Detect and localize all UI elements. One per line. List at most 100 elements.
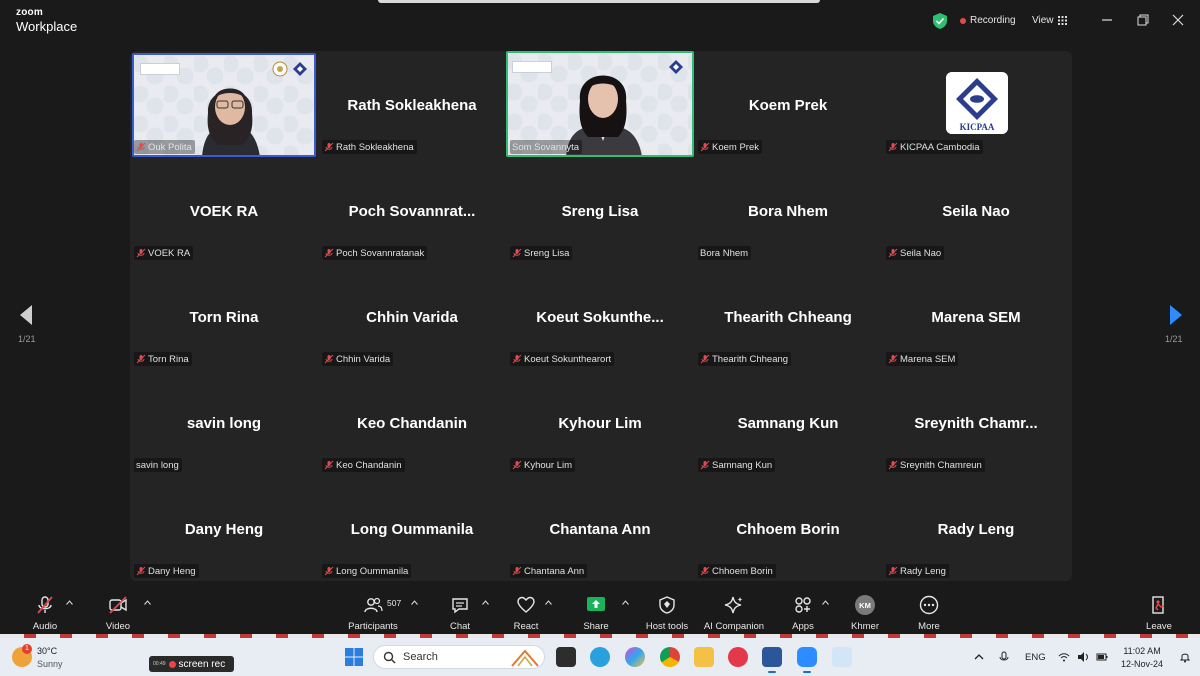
react-options-chevron-icon[interactable] xyxy=(545,600,552,605)
leave-button[interactable]: Leave xyxy=(1129,586,1189,634)
apps-options-chevron-icon[interactable] xyxy=(822,600,829,605)
participant-tile[interactable]: Samnang Kun Samnang Kun xyxy=(694,369,882,475)
participant-name: Seila Nao xyxy=(900,247,942,259)
windows-start-icon[interactable] xyxy=(345,648,363,666)
wifi-icon[interactable] xyxy=(1058,651,1070,663)
participant-display-name: savin long xyxy=(186,415,262,432)
volume-icon[interactable] xyxy=(1077,651,1089,663)
recording-label[interactable]: Recording xyxy=(970,15,1016,26)
battery-icon[interactable] xyxy=(1096,651,1108,663)
kicpaa-small-logo-icon xyxy=(293,62,307,76)
participant-tile[interactable]: Marena SEM Marena SEM xyxy=(882,263,1070,369)
system-clock[interactable]: 11:02 AM 12-Nov-24 xyxy=(1121,645,1163,671)
close-icon[interactable] xyxy=(1170,12,1186,28)
prev-page-arrow-icon[interactable] xyxy=(18,304,34,326)
audio-options-chevron-icon[interactable] xyxy=(66,600,73,605)
participant-tile[interactable]: Chantana Ann Chantana Ann xyxy=(506,475,694,581)
shield-icon xyxy=(659,596,675,614)
screenrec-timer: 00:49 xyxy=(153,661,166,667)
participant-tile[interactable]: Dany Heng Dany Heng xyxy=(130,475,318,581)
participant-tile[interactable]: Chhin Varida Chhin Varida xyxy=(318,263,506,369)
participant-name-label: Poch Sovannratanak xyxy=(322,246,428,260)
participant-tile[interactable]: Poch Sovannrat... Poch Sovannratanak xyxy=(318,157,506,263)
participant-tile[interactable]: Sreng Lisa Sreng Lisa xyxy=(506,157,694,263)
search-icon xyxy=(383,651,396,664)
participant-name: savin long xyxy=(136,459,179,471)
participant-tile[interactable]: Bora Nhem Bora Nhem xyxy=(694,157,882,263)
taskbar-app-zoom-icon[interactable] xyxy=(797,647,817,673)
participant-tile[interactable]: Som Sovannyta xyxy=(506,51,694,157)
input-language[interactable]: ENG xyxy=(1025,652,1046,663)
muted-mic-icon xyxy=(888,248,898,258)
video-options-chevron-icon[interactable] xyxy=(144,600,151,605)
participant-tile[interactable]: Sreynith Chamr... Sreynith Chamreun xyxy=(882,369,1070,475)
security-shield-icon[interactable] xyxy=(933,13,947,29)
more-icon xyxy=(919,595,939,615)
ai-companion-button[interactable]: AI Companion xyxy=(701,586,767,634)
participant-tile[interactable]: KICPAA KICPAA Cambodia xyxy=(882,51,1070,157)
participants-button[interactable]: Participants xyxy=(343,586,403,634)
participant-tile[interactable]: Torn Rina Torn Rina xyxy=(130,263,318,369)
taskbar-app-snipping-tool-icon[interactable] xyxy=(832,647,852,667)
participant-name-label: Kyhour Lim xyxy=(510,458,576,472)
speaker-badge xyxy=(140,63,180,75)
show-hidden-icons-chevron-icon[interactable] xyxy=(973,651,985,663)
taskbar-app-file-explorer-icon[interactable] xyxy=(694,647,714,667)
host-tools-button[interactable]: Host tools xyxy=(637,586,697,634)
language-avatar: KM xyxy=(855,595,875,615)
minimize-icon[interactable] xyxy=(1099,12,1115,28)
participant-tile[interactable]: savin long savin long xyxy=(130,369,318,475)
taskbar-app-recorder-icon[interactable] xyxy=(728,647,748,667)
view-grid-icon[interactable] xyxy=(1058,16,1067,25)
participant-tile[interactable]: Seila Nao Seila Nao xyxy=(882,157,1070,263)
participant-tile[interactable]: Koem Prek Koem Prek xyxy=(694,51,882,157)
microphone-icon[interactable] xyxy=(998,651,1010,663)
participant-display-name: Marena SEM xyxy=(931,309,1021,326)
muted-mic-icon xyxy=(136,566,146,576)
taskbar-app-telegram-icon[interactable] xyxy=(590,647,610,667)
participant-name: Samnang Kun xyxy=(712,459,773,471)
participant-tile[interactable]: Rady Leng Rady Leng xyxy=(882,475,1070,581)
taskbar-search-box[interactable]: Search xyxy=(373,645,545,669)
share-button[interactable]: Share xyxy=(566,586,626,634)
chat-button[interactable]: Chat xyxy=(430,586,490,634)
notification-bell-icon[interactable] xyxy=(1180,651,1190,663)
weather-condition[interactable]: Sunny xyxy=(37,659,63,669)
chat-options-chevron-icon[interactable] xyxy=(482,600,489,605)
view-button[interactable]: View xyxy=(1032,15,1054,26)
participant-tile[interactable]: Thearith Chheang Thearith Chheang xyxy=(694,263,882,369)
weather-temperature[interactable]: 30°C xyxy=(37,646,57,656)
participants-options-chevron-icon[interactable] xyxy=(411,600,418,605)
language-button[interactable]: KM Khmer xyxy=(835,586,895,634)
audio-button[interactable]: Audio xyxy=(15,586,75,634)
participant-name: Sreng Lisa xyxy=(524,247,570,259)
react-button[interactable]: React xyxy=(496,586,556,634)
taskbar-app-word-icon[interactable] xyxy=(762,647,782,673)
taskbar-app-chrome-icon[interactable] xyxy=(660,647,680,667)
participant-tile[interactable]: Koeut Sokunthe... Koeut Sokunthearort xyxy=(506,263,694,369)
participant-tile[interactable]: Chhoem Borin Chhoem Borin xyxy=(694,475,882,581)
participant-tile[interactable]: Ouk Polita xyxy=(130,51,318,157)
apps-button[interactable]: Apps xyxy=(773,586,833,634)
brand-workplace: Workplace xyxy=(16,19,78,34)
participant-name: Kyhour Lim xyxy=(524,459,573,471)
share-options-chevron-icon[interactable] xyxy=(622,600,629,605)
participant-tile[interactable]: Kyhour Lim Kyhour Lim xyxy=(506,369,694,475)
participant-tile[interactable]: Long Oummanila Long Oummanila xyxy=(318,475,506,581)
share-label: Share xyxy=(583,621,609,632)
restore-icon[interactable] xyxy=(1135,12,1151,28)
taskbar-app-terminal-icon[interactable] xyxy=(556,647,576,667)
participant-display-name: Dany Heng xyxy=(184,521,264,538)
video-button[interactable]: Video xyxy=(88,586,148,634)
participant-tile[interactable]: VOEK RA VOEK RA xyxy=(130,157,318,263)
taskbar-app-copilot-icon[interactable] xyxy=(625,647,645,667)
participant-name: Rady Leng xyxy=(900,565,946,577)
more-button[interactable]: More xyxy=(899,586,959,634)
participant-tile[interactable]: Rath Sokleakhena Rath Sokleakhena xyxy=(318,51,506,157)
screen-recorder-widget[interactable]: 00:49 screen rec xyxy=(149,656,234,672)
participant-tile[interactable]: Keo Chandanin Keo Chandanin xyxy=(318,369,506,475)
next-page-arrow-icon[interactable] xyxy=(1168,304,1184,326)
windows-taskbar: 1 30°C Sunny 00:49 screen rec Search ENG xyxy=(0,638,1200,676)
kicpaa-logo-icon: KICPAA xyxy=(946,72,1008,134)
muted-mic-icon xyxy=(324,248,334,258)
